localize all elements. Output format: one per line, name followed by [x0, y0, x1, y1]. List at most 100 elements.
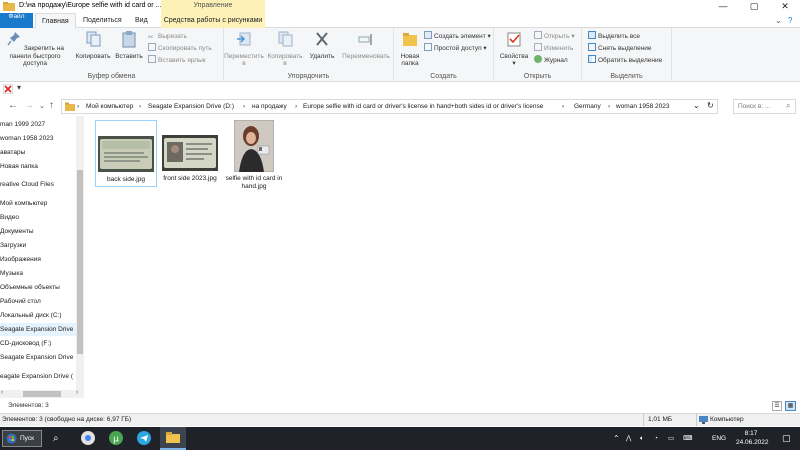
- address-bar[interactable]: › Мой компьютер › Seagate Expansion Driv…: [61, 99, 718, 114]
- breadcrumb-germany[interactable]: Germany: [574, 103, 601, 110]
- title-bar[interactable]: D:\на продажу\Europe selfie with id card…: [0, 0, 800, 14]
- copy-path-button[interactable]: Скопировать путь: [148, 43, 212, 54]
- new-item-icon: [424, 31, 432, 39]
- copy-to-button[interactable]: Копировать в: [265, 30, 305, 68]
- file-item-selfie[interactable]: selfie with id card in hand.jpg: [223, 120, 285, 190]
- notifications-icon[interactable]: ▢: [782, 427, 791, 450]
- tray-up-chevron-icon[interactable]: ⌃: [613, 427, 620, 450]
- nav-item-video[interactable]: Видео: [0, 211, 76, 224]
- chevron-down-icon[interactable]: ⌄: [775, 16, 782, 25]
- paste-button[interactable]: Вставить: [112, 30, 146, 60]
- open-group: Свойства ▾ Открыть ▾ Изменить Журнал Откр…: [494, 28, 582, 82]
- file-item-back-side[interactable]: back side.jpg: [95, 120, 157, 187]
- customize-quick-access-icon[interactable]: ▾: [17, 83, 21, 92]
- nav-horizontal-scrollbar[interactable]: ‹ ›: [0, 389, 84, 398]
- tab-file[interactable]: Файл: [0, 13, 33, 28]
- tab-view[interactable]: Вид: [129, 13, 154, 28]
- file-item-front-side[interactable]: front side 2023.jpg: [159, 120, 221, 183]
- open-button[interactable]: Открыть ▾: [534, 31, 575, 42]
- breadcrumb-for-sale[interactable]: на продажу: [252, 103, 287, 110]
- nav-item-woman-folder[interactable]: woman 1958 2023: [0, 132, 76, 145]
- up-arrow-icon[interactable]: ↑: [49, 100, 54, 111]
- large-icons-view-icon[interactable]: ▦: [785, 401, 796, 411]
- folder-icon: [3, 2, 15, 11]
- delete-red-x-icon[interactable]: [3, 84, 13, 94]
- copy-button[interactable]: Копировать: [74, 30, 112, 60]
- tab-picture-tools[interactable]: Средства работы с рисунками: [161, 13, 265, 28]
- address-dropdown-icon[interactable]: ⌄: [693, 101, 700, 110]
- new-folder-icon: [403, 33, 417, 46]
- back-arrow-icon[interactable]: ←: [8, 100, 18, 111]
- tab-share[interactable]: Поделиться: [77, 13, 128, 28]
- tray-app-icon[interactable]: ⋀: [626, 427, 631, 450]
- context-tab-manage[interactable]: Управление: [161, 0, 265, 14]
- details-view-icon[interactable]: ☰: [772, 401, 782, 411]
- explorer-taskbar-button[interactable]: [160, 427, 186, 450]
- pin-quick-access-button[interactable]: Закрепить на панели быстрого доступа: [2, 30, 68, 68]
- refresh-icon[interactable]: ↻: [707, 101, 714, 110]
- nav-vertical-scrollbar[interactable]: [76, 116, 84, 392]
- nav-item-avatars[interactable]: аватары: [0, 146, 76, 159]
- clock[interactable]: 8:17 24.06.2022: [736, 429, 769, 447]
- select-none-button[interactable]: Снять выделение: [588, 43, 652, 54]
- new-item-button[interactable]: Создать элемент ▾: [424, 31, 491, 42]
- nav-item-creative-cloud[interactable]: reative Cloud Files: [0, 178, 76, 191]
- nav-item-man-folder[interactable]: man 1999 2027: [0, 118, 76, 131]
- battery-icon[interactable]: ▭: [668, 427, 674, 450]
- help-icon[interactable]: ?: [788, 16, 792, 25]
- nav-item-local-disk[interactable]: Локальный диск (C:): [0, 309, 76, 322]
- start-button[interactable]: Пуск: [2, 430, 42, 447]
- nav-item-documents[interactable]: Документы: [0, 225, 76, 238]
- delete-button[interactable]: Удалить: [306, 30, 338, 60]
- nav-item-seagate-d[interactable]: Seagate Expansion Drive: [0, 323, 76, 336]
- scroll-left-icon[interactable]: ‹: [1, 389, 3, 396]
- nav-item-3d-objects[interactable]: Объемные объекты: [0, 281, 76, 294]
- keyboard-icon[interactable]: ⌨: [683, 427, 692, 450]
- breadcrumb-my-computer[interactable]: Мой компьютер: [86, 103, 133, 110]
- network-icon[interactable]: ◔: [654, 427, 658, 450]
- breadcrumb-drive[interactable]: Seagate Expansion Drive (D:): [148, 103, 234, 110]
- breadcrumb-europe-selfie[interactable]: Europe selfie with id card or driver's l…: [303, 103, 543, 110]
- close-button[interactable]: ✕: [770, 0, 800, 13]
- nav-item-music[interactable]: Музыка: [0, 267, 76, 280]
- nav-item-images[interactable]: Изображения: [0, 253, 76, 266]
- select-none-icon: [588, 43, 596, 51]
- cut-button[interactable]: ✂ Вырезать: [148, 31, 187, 42]
- chrome-icon[interactable]: [80, 430, 96, 446]
- telegram-icon[interactable]: [136, 430, 152, 446]
- utorrent-icon[interactable]: µ: [108, 430, 124, 446]
- tab-home[interactable]: Главная: [35, 13, 76, 29]
- paste-shortcut-button[interactable]: Вставить ярлык: [148, 55, 206, 66]
- rename-button[interactable]: Переименовать: [339, 30, 393, 60]
- thumbnail-selfie: [234, 120, 274, 172]
- search-icon[interactable]: ⌕: [53, 427, 59, 450]
- new-folder-button[interactable]: Новая папка: [396, 30, 424, 68]
- properties-icon: [507, 32, 521, 47]
- recent-chevron-icon[interactable]: ⌄: [39, 102, 45, 110]
- nav-item-desktop[interactable]: Рабочий стол: [0, 295, 76, 308]
- select-all-button[interactable]: Выделить все: [588, 31, 640, 42]
- search-input[interactable]: Поиск в: ... ⌕: [733, 99, 796, 114]
- nav-item-new-folder[interactable]: Новая папка: [0, 160, 76, 173]
- language-indicator[interactable]: ENG: [712, 427, 726, 450]
- invert-selection-button[interactable]: Обратить выделение: [588, 55, 662, 66]
- history-button[interactable]: Журнал: [534, 55, 568, 66]
- breadcrumb-woman-folder[interactable]: woman 1958 2023: [616, 103, 670, 110]
- svg-text:µ: µ: [113, 435, 119, 445]
- edit-button[interactable]: Изменить: [534, 43, 573, 54]
- nav-horizontal-scroll-thumb[interactable]: [23, 391, 61, 397]
- forward-arrow-icon[interactable]: →: [24, 100, 34, 111]
- nav-item-my-computer[interactable]: Мой компьютер: [0, 197, 76, 210]
- minimize-button[interactable]: —: [708, 0, 738, 13]
- volume-icon[interactable]: 🔈︎: [640, 427, 644, 450]
- move-to-button[interactable]: Переместить в: [224, 30, 264, 68]
- easy-access-button[interactable]: Простой доступ ▾: [424, 43, 487, 54]
- nav-item-seagate-3[interactable]: eagate Expansion Drive (: [0, 370, 76, 383]
- maximize-button[interactable]: ▢: [739, 0, 769, 13]
- nav-item-downloads[interactable]: Загрузки: [0, 239, 76, 252]
- scroll-right-icon[interactable]: ›: [76, 389, 78, 396]
- nav-item-cd-drive[interactable]: CD-дисковод (F:): [0, 337, 76, 350]
- nav-vertical-scroll-thumb[interactable]: [77, 170, 83, 354]
- properties-button[interactable]: Свойства ▾: [498, 30, 530, 68]
- nav-item-seagate-2[interactable]: Seagate Expansion Drive: [0, 351, 76, 364]
